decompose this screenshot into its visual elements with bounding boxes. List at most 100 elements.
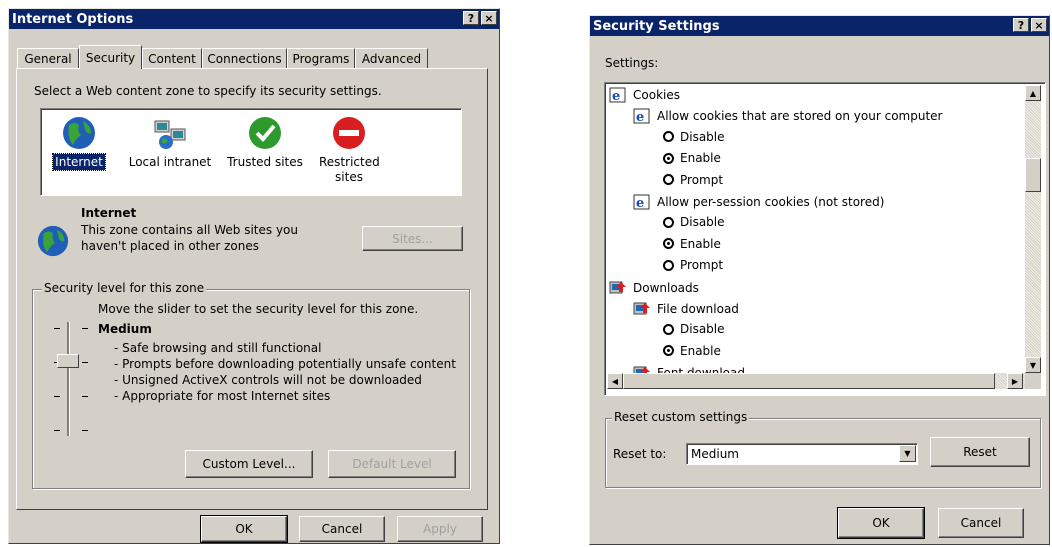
ok-button[interactable]: OK bbox=[837, 507, 925, 539]
scroll-right-button[interactable]: ▶ bbox=[1007, 373, 1023, 389]
radio-button-icon[interactable] bbox=[663, 345, 674, 357]
radio-button-icon[interactable] bbox=[663, 259, 674, 271]
setting-row: File download bbox=[633, 301, 739, 317]
tree-item-label: File download bbox=[657, 302, 739, 316]
setting-row: e Allow per-session cookies (not stored) bbox=[633, 194, 884, 210]
globe-icon bbox=[36, 224, 70, 261]
tab-connections[interactable]: Connections bbox=[202, 48, 287, 68]
no-entry-icon bbox=[331, 115, 367, 151]
cancel-button[interactable]: Cancel bbox=[938, 508, 1024, 538]
help-button[interactable]: ? bbox=[463, 11, 479, 25]
ok-button[interactable]: OK bbox=[200, 515, 288, 543]
apply-button[interactable]: Apply bbox=[397, 516, 483, 542]
zone-info-description-line2: haven't placed in other zones bbox=[81, 239, 260, 253]
download-icon bbox=[633, 366, 650, 373]
zone-label: Local intranet bbox=[128, 155, 212, 169]
tree-item-label: Font download bbox=[657, 366, 745, 373]
radio-button-icon[interactable] bbox=[663, 238, 674, 250]
reset-button[interactable]: Reset bbox=[930, 437, 1030, 467]
window-title: Security Settings bbox=[593, 18, 720, 34]
zone-local-intranet[interactable]: Local intranet bbox=[121, 115, 219, 169]
scroll-down-button[interactable]: ▼ bbox=[1025, 357, 1041, 373]
zone-info-title: Internet bbox=[81, 206, 137, 220]
cancel-button[interactable]: Cancel bbox=[299, 516, 385, 542]
tree-item-label: Disable bbox=[680, 215, 725, 230]
close-button[interactable]: × bbox=[1031, 18, 1047, 32]
slider-thumb[interactable] bbox=[57, 354, 79, 368]
level-bullet-4: - Appropriate for most Internet sites bbox=[114, 389, 331, 403]
tree-item-label: Downloads bbox=[633, 280, 699, 295]
radio-button-icon[interactable] bbox=[663, 216, 674, 228]
reset-to-label: Reset to: bbox=[613, 447, 667, 461]
radio-button-icon[interactable] bbox=[663, 174, 674, 186]
tab-security[interactable]: Security bbox=[79, 45, 142, 69]
zone-info-description-line1: This zone contains all Web sites you bbox=[81, 223, 298, 237]
option-row[interactable]: Disable bbox=[663, 215, 725, 229]
zone-label: Internet bbox=[52, 153, 106, 171]
security-slider[interactable] bbox=[46, 320, 100, 440]
tree-item-label: Disable bbox=[680, 129, 725, 144]
tree-item-label: Allow per-session cookies (not stored) bbox=[657, 195, 885, 209]
sites-button[interactable]: Sites... bbox=[362, 226, 463, 251]
title-bar[interactable]: Security Settings ? × bbox=[590, 16, 1049, 36]
tree-item-label: Cookies bbox=[633, 88, 680, 102]
help-button[interactable]: ? bbox=[1013, 18, 1029, 32]
radio-button-icon[interactable] bbox=[663, 323, 674, 335]
reset-level-dropdown[interactable]: Medium ▼ bbox=[686, 443, 918, 465]
ie-icon: e bbox=[633, 194, 650, 210]
option-row[interactable]: Disable bbox=[663, 130, 725, 144]
tab-content[interactable]: Content bbox=[142, 48, 202, 68]
tab-programs[interactable]: Programs bbox=[287, 48, 355, 68]
category-row: e Cookies bbox=[609, 87, 680, 103]
zone-internet[interactable]: Internet bbox=[49, 115, 109, 171]
option-row[interactable]: Enable bbox=[663, 237, 721, 251]
zone-label: Restricted sites bbox=[319, 155, 380, 184]
tree-item-label: Enable bbox=[680, 151, 721, 166]
scroll-up-button[interactable]: ▲ bbox=[1025, 85, 1041, 101]
dropdown-value: Medium bbox=[691, 447, 739, 461]
close-button[interactable]: × bbox=[481, 11, 497, 25]
category-row: Downloads bbox=[609, 280, 699, 296]
svg-text:e: e bbox=[612, 89, 620, 103]
tab-advanced[interactable]: Advanced bbox=[355, 48, 428, 68]
zone-trusted-sites[interactable]: Trusted sites bbox=[223, 115, 307, 169]
settings-label: Settings: bbox=[605, 56, 659, 70]
vertical-scrollbar-thumb[interactable] bbox=[1025, 158, 1041, 192]
settings-tree[interactable]: e Cookies e Allow cookies that are stored o… bbox=[604, 82, 1046, 396]
option-row[interactable]: Enable bbox=[663, 344, 721, 358]
slider-instruction: Move the slider to set the security leve… bbox=[98, 302, 419, 316]
setting-row: Font download bbox=[633, 365, 745, 373]
radio-button-icon[interactable] bbox=[663, 152, 674, 164]
vertical-scrollbar-track[interactable] bbox=[1025, 85, 1041, 373]
download-icon bbox=[633, 302, 650, 315]
level-bullet-3: - Unsigned ActiveX controls will not be … bbox=[114, 373, 422, 387]
radio-button-icon[interactable] bbox=[663, 131, 674, 143]
reset-group-label: Reset custom settings bbox=[612, 410, 750, 424]
tree-item-label: Disable bbox=[680, 322, 725, 337]
zone-restricted-sites[interactable]: Restricted sites bbox=[311, 115, 387, 185]
option-row[interactable]: Disable bbox=[663, 322, 725, 336]
default-level-button[interactable]: Default Level bbox=[328, 450, 456, 478]
zone-instruction: Select a Web content zone to specify its… bbox=[34, 84, 382, 98]
chevron-down-icon[interactable]: ▼ bbox=[899, 445, 916, 462]
option-row[interactable]: Prompt bbox=[663, 173, 723, 187]
level-bullet-1: - Safe browsing and still functional bbox=[114, 341, 322, 355]
option-row[interactable]: Prompt bbox=[663, 258, 723, 272]
scroll-left-button[interactable]: ◀ bbox=[607, 373, 623, 389]
horizontal-scrollbar-thumb[interactable] bbox=[623, 373, 995, 389]
ie-icon: e bbox=[609, 87, 626, 103]
zone-list: Internet Local intranet Trusted sites Re… bbox=[40, 108, 462, 196]
tree-item-label: Prompt bbox=[680, 258, 724, 273]
security-level-name: Medium bbox=[98, 322, 152, 336]
tree-item-label: Allow cookies that are stored on your co… bbox=[657, 109, 943, 124]
title-bar[interactable]: Internet Options ? × bbox=[9, 9, 499, 29]
option-row[interactable]: Enable bbox=[663, 151, 721, 165]
custom-level-button[interactable]: Custom Level... bbox=[185, 450, 313, 478]
security-level-group-label: Security level for this zone bbox=[42, 281, 207, 295]
tree-item-label: Prompt bbox=[680, 172, 724, 187]
tab-general[interactable]: General bbox=[17, 48, 79, 68]
level-bullet-2: - Prompts before downloading potentially… bbox=[114, 357, 456, 371]
window-title: Internet Options bbox=[12, 11, 134, 27]
tree-item-label: Enable bbox=[680, 343, 721, 358]
ie-icon: e bbox=[633, 108, 650, 124]
